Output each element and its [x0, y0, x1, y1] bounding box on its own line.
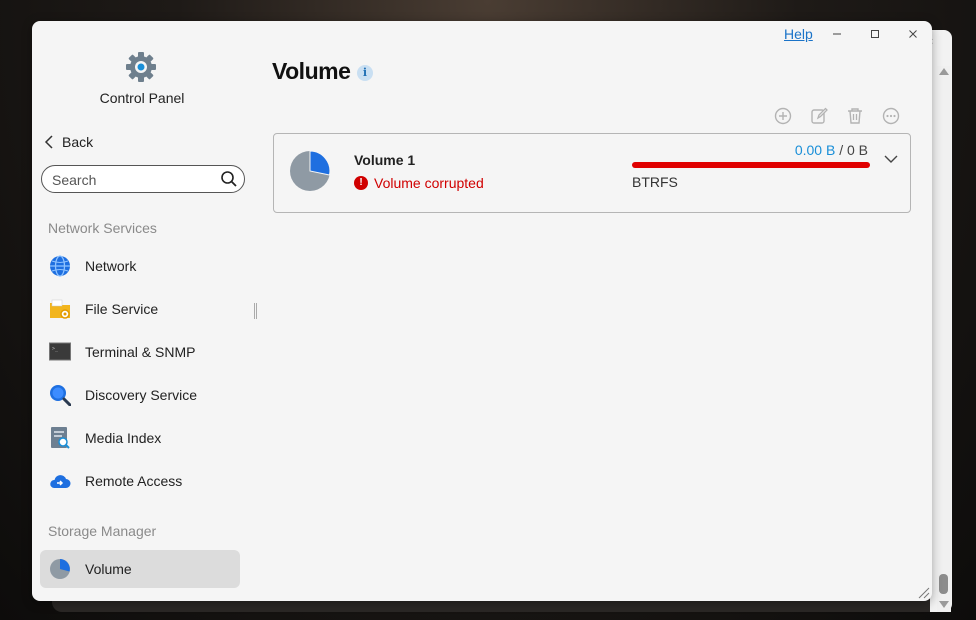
trash-icon: [848, 108, 862, 124]
sidebar-resize-handle[interactable]: [254, 303, 257, 319]
sidebar-item-network[interactable]: Network: [40, 247, 240, 285]
sidebar-item-label: Network: [85, 258, 137, 274]
delete-volume-button[interactable]: [845, 106, 865, 126]
add-volume-button[interactable]: [773, 106, 793, 126]
info-icon[interactable]: i: [357, 65, 373, 81]
scroll-thumb[interactable]: [939, 574, 948, 594]
chevron-left-icon: [44, 135, 53, 149]
search-box[interactable]: [41, 165, 245, 193]
close-button[interactable]: [903, 25, 923, 43]
maximize-icon: [871, 30, 879, 38]
svg-text:>_: >_: [52, 346, 59, 352]
minimize-icon: [833, 33, 841, 35]
sidebar-item-media-index[interactable]: Media Index: [40, 419, 240, 457]
media-index-icon: [49, 427, 71, 449]
resize-grip-icon[interactable]: [916, 585, 930, 599]
sidebar-item-label: Volume: [85, 561, 132, 577]
magnifier-icon: [49, 384, 71, 406]
page-scrollbar[interactable]: [937, 66, 951, 612]
page-title: Volume: [272, 58, 351, 84]
close-icon: [909, 30, 917, 38]
usage-separator: /: [835, 142, 847, 158]
search-icon[interactable]: [220, 170, 238, 188]
maximize-button[interactable]: [865, 25, 885, 43]
sidebar-item-volume[interactable]: Volume: [40, 550, 240, 588]
sidebar-item-terminal-snmp[interactable]: >_ Terminal & SNMP: [40, 333, 240, 371]
more-options-button[interactable]: [881, 106, 901, 126]
folder-gear-icon: [49, 298, 71, 320]
volume-status: ! Volume corrupted: [354, 175, 484, 191]
sidebar-item-label: File Service: [85, 301, 159, 317]
volume-pie-icon: [290, 151, 330, 191]
edit-icon: [811, 107, 828, 124]
volume-filesystem: BTRFS: [632, 174, 678, 190]
edit-volume-button[interactable]: [809, 106, 829, 126]
globe-icon: [49, 255, 71, 277]
sidebar-item-label: Remote Access: [85, 473, 183, 489]
error-icon: !: [354, 176, 368, 190]
sidebar-item-discovery-service[interactable]: Discovery Service: [40, 376, 240, 414]
volume-status-text: Volume corrupted: [374, 175, 484, 191]
control-panel-window: Control Panel Back Network Services Netw…: [32, 21, 932, 601]
volume-name: Volume 1: [354, 152, 416, 168]
back-button[interactable]: Back: [44, 134, 93, 150]
sidebar-item-remote-access[interactable]: Remote Access: [40, 462, 240, 500]
sidebar: Control Panel Back Network Services Netw…: [32, 21, 252, 601]
sidebar-item-label: Media Index: [85, 430, 162, 446]
app-title: Control Panel: [99, 90, 185, 106]
gear-icon: [126, 52, 156, 82]
sidebar-item-file-service[interactable]: File Service: [40, 290, 240, 328]
minimize-button[interactable]: [827, 25, 847, 43]
cloud-icon: [49, 470, 71, 492]
chevron-down-icon[interactable]: [884, 154, 898, 164]
pie-icon: [49, 558, 71, 580]
scroll-up-icon[interactable]: [939, 68, 949, 75]
more-icon: [882, 107, 900, 125]
volume-usage-bar: [632, 162, 870, 168]
back-label: Back: [62, 134, 94, 150]
help-link[interactable]: Help: [784, 26, 813, 42]
volume-card[interactable]: Volume 1 ! Volume corrupted 0.00 B / 0 B…: [273, 133, 911, 213]
sidebar-item-label: Terminal & SNMP: [85, 344, 196, 360]
add-icon: [774, 107, 792, 125]
volume-total: 0 B: [846, 142, 868, 158]
search-input[interactable]: [50, 170, 222, 190]
terminal-icon: >_: [49, 341, 71, 363]
volume-usage: 0.00 B / 0 B: [632, 142, 868, 158]
volume-used: 0.00 B: [794, 142, 836, 158]
section-storage-manager: Storage Manager: [48, 523, 157, 539]
scroll-down-icon[interactable]: [939, 601, 949, 608]
section-network-services: Network Services: [48, 220, 157, 236]
sidebar-item-label: Discovery Service: [85, 387, 198, 403]
